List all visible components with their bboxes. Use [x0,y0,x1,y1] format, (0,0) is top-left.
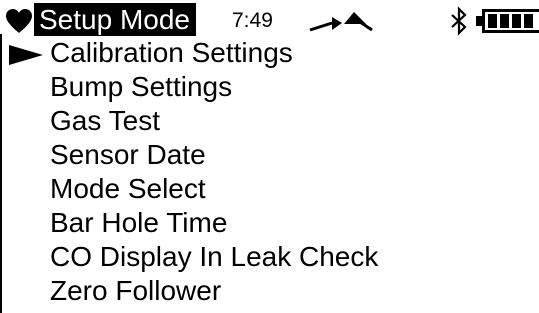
bluetooth-icon [451,6,467,36]
mode-title: Setup Mode [34,3,196,36]
menu-item-label: Mode Select [50,173,206,204]
menu-item-bump-settings[interactable]: Bump Settings [0,70,539,104]
menu-item-label: Sensor Date [50,139,206,170]
menu-item-label: Gas Test [50,105,160,136]
menu-item-sensor-date[interactable]: Sensor Date [0,138,539,172]
signal-icon [309,12,373,32]
menu-item-calibration-settings[interactable]: Calibration Settings [0,36,539,70]
menu-item-co-display-in-leak-check[interactable]: CO Display In Leak Check [0,240,539,274]
menu-item-label: Calibration Settings [50,37,293,68]
clock: 7:49 [232,9,273,32]
selection-pointer-icon [9,45,43,65]
menu-item-label: Zero Follower [50,275,222,306]
heart-icon [6,9,32,33]
status-bar: Setup Mode 7:49 [0,0,539,40]
menu-item-mode-select[interactable]: Mode Select [0,172,539,206]
menu-item-gas-test[interactable]: Gas Test [0,104,539,138]
menu-item-label: CO Display In Leak Check [50,241,379,272]
device-screen: Setup Mode 7:49 Calibration Settings Bum… [0,0,539,313]
setup-menu: Calibration Settings Bump Settings Gas T… [0,36,539,308]
menu-item-label: Bump Settings [50,71,233,102]
menu-item-label: Bar Hole Time [50,207,228,238]
menu-item-zero-follower[interactable]: Zero Follower [0,274,539,308]
battery-icon [476,9,539,33]
menu-item-bar-hole-time[interactable]: Bar Hole Time [0,206,539,240]
